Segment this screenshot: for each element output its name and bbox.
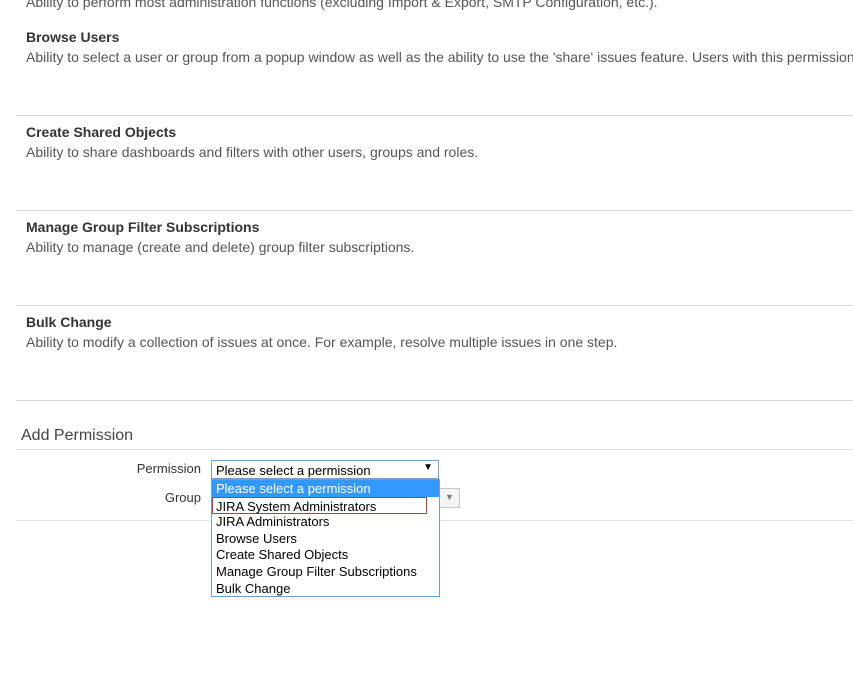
chevron-down-icon: ▼ <box>423 462 433 473</box>
add-permission-heading: Add Permission <box>21 427 134 444</box>
dropdown-option[interactable]: JIRA Administrators <box>212 513 439 530</box>
dropdown-option[interactable]: Bulk Change <box>212 580 439 597</box>
permission-select-value: Please select a permission <box>216 463 371 478</box>
dropdown-option[interactable]: Create Shared Objects <box>212 546 439 563</box>
dropdown-option[interactable]: Browse Users <box>212 530 439 547</box>
permission-title: Bulk Change <box>26 314 112 330</box>
dropdown-option[interactable]: JIRA System Administrators <box>212 497 427 514</box>
permission-select[interactable]: Please select a permission ▼ <box>211 460 439 479</box>
permission-description: Ability to manage (create and delete) gr… <box>26 239 415 255</box>
permission-row-bulk-change: Bulk Change Ability to modify a collecti… <box>16 305 853 401</box>
group-select[interactable]: ▼ <box>440 488 460 508</box>
section-divider <box>16 449 853 450</box>
permission-row-manage-group-filter-subscriptions: Manage Group Filter Subscriptions Abilit… <box>16 210 853 306</box>
permission-title: Create Shared Objects <box>26 124 177 140</box>
permission-row-create-shared-objects: Create Shared Objects Ability to share d… <box>16 115 853 211</box>
permission-dropdown-list: Please select a permission JIRA System A… <box>211 479 440 597</box>
previous-permission-description: Ability to perform most administration f… <box>26 0 658 10</box>
permission-title: Manage Group Filter Subscriptions <box>26 219 260 235</box>
permission-description: Ability to select a user or group from a… <box>26 49 853 65</box>
permission-title: Browse Users <box>26 29 120 45</box>
permission-row-browse-users: Browse Users Ability to select a user or… <box>16 20 853 116</box>
dropdown-option[interactable]: Manage Group Filter Subscriptions <box>212 563 439 580</box>
dropdown-option[interactable]: Please select a permission <box>212 480 439 497</box>
chevron-down-icon: ▼ <box>445 492 454 502</box>
group-label: Group <box>164 490 201 505</box>
permission-description: Ability to modify a collection of issues… <box>26 334 618 350</box>
permission-label: Permission <box>136 461 201 476</box>
permission-description: Ability to share dashboards and filters … <box>26 144 479 160</box>
